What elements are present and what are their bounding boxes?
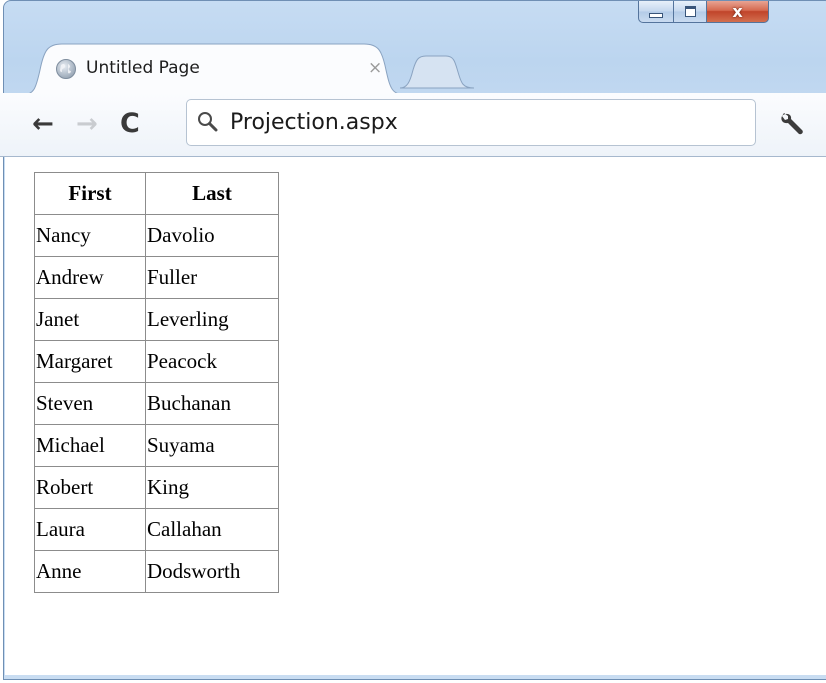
new-tab-button — [399, 55, 475, 89]
table-row: Anne Dodsworth — [34, 550, 279, 593]
last-name-cell: King — [145, 466, 279, 509]
reload-button[interactable]: C — [120, 110, 140, 138]
address-text[interactable]: Projection.aspx — [230, 110, 398, 135]
column-header-first: First — [34, 172, 146, 215]
last-name-cell: Davolio — [145, 214, 279, 257]
last-name-cell: Callahan — [145, 508, 279, 551]
globe-icon — [56, 59, 76, 79]
last-name-cell: Dodsworth — [145, 550, 279, 593]
search-icon — [198, 112, 218, 132]
table-row: Nancy Davolio — [34, 214, 279, 257]
table-row: Robert King — [34, 466, 279, 509]
first-name-cell: Michael — [34, 424, 146, 467]
first-name-cell: Janet — [34, 298, 146, 341]
forward-button[interactable]: → — [76, 110, 98, 138]
first-name-cell: Andrew — [34, 256, 146, 299]
table-row: Janet Leverling — [34, 298, 279, 341]
table-header-row: First Last — [34, 172, 279, 215]
last-name-cell: Leverling — [145, 298, 279, 341]
first-name-cell: Margaret — [34, 340, 146, 383]
first-name-cell: Robert — [34, 466, 146, 509]
last-name-cell: Buchanan — [145, 382, 279, 425]
table-row: Andrew Fuller — [34, 256, 279, 299]
first-name-cell: Nancy — [34, 214, 146, 257]
first-name-cell: Steven — [34, 382, 146, 425]
table-row: Laura Callahan — [34, 508, 279, 551]
table-row: Steven Buchanan — [34, 382, 279, 425]
table-row: Michael Suyama — [34, 424, 279, 467]
people-table: First Last Nancy Davolio Andrew Fuller J… — [34, 172, 279, 593]
first-name-cell: Laura — [34, 508, 146, 551]
back-button[interactable]: ← — [32, 110, 54, 138]
last-name-cell: Fuller — [145, 256, 279, 299]
column-header-last: Last — [145, 172, 279, 215]
tab-title[interactable]: Untitled Page — [86, 58, 200, 78]
tab-close-button[interactable]: × — [368, 58, 382, 78]
last-name-cell: Peacock — [145, 340, 279, 383]
tab-shape — [21, 43, 475, 96]
table-row: Margaret Peacock — [34, 340, 279, 383]
last-name-cell: Suyama — [145, 424, 279, 467]
first-name-cell: Anne — [34, 550, 146, 593]
wrench-icon[interactable] — [776, 110, 806, 140]
